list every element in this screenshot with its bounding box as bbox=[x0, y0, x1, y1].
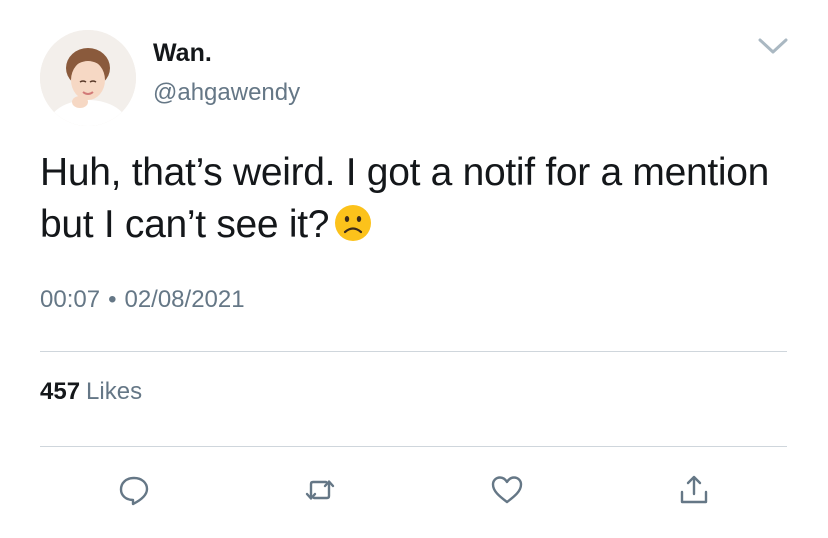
tweet-body: Huh, that’s weird. I got a notif for a m… bbox=[40, 151, 770, 246]
heart-icon bbox=[491, 476, 523, 504]
retweet-icon bbox=[305, 480, 335, 500]
likes-stat[interactable]: 457 Likes bbox=[40, 377, 142, 407]
divider bbox=[40, 351, 787, 352]
divider bbox=[40, 446, 787, 447]
frowning-face-icon bbox=[333, 203, 373, 243]
tweet-date: 02/08/2021 bbox=[124, 286, 245, 313]
likes-label: Likes bbox=[86, 378, 143, 405]
tweet-time: 00:07 bbox=[40, 286, 101, 313]
retweet-button[interactable] bbox=[302, 472, 338, 508]
chevron-down-icon[interactable] bbox=[755, 30, 791, 60]
username-handle[interactable]: @ahgawendy bbox=[153, 78, 300, 108]
likes-count: 457 bbox=[40, 378, 81, 405]
meta-separator: • bbox=[108, 286, 117, 313]
share-button[interactable] bbox=[676, 472, 712, 508]
reply-icon bbox=[119, 476, 149, 506]
display-name[interactable]: Wan. bbox=[153, 38, 212, 68]
share-icon bbox=[680, 475, 708, 504]
like-button[interactable] bbox=[489, 472, 525, 508]
reply-button[interactable] bbox=[116, 472, 152, 508]
avatar-photo bbox=[40, 30, 136, 126]
tweet-text: Huh, that’s weird. I got a notif for a m… bbox=[40, 147, 780, 251]
avatar[interactable] bbox=[40, 30, 136, 126]
tweet-timestamp: 00:07 • 02/08/2021 bbox=[40, 285, 245, 315]
